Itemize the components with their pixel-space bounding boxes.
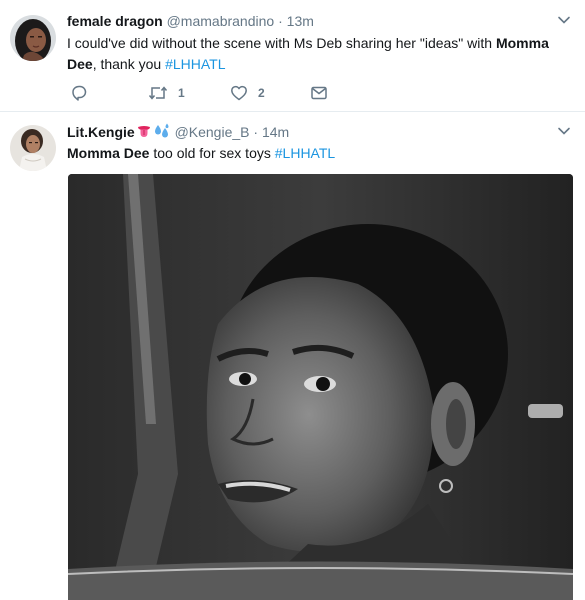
display-name[interactable]: female dragon [67,13,163,29]
handle[interactable]: @mamabrandino [167,13,275,29]
bold-term: Momma Dee [67,145,150,161]
retweet-count: 1 [178,86,185,100]
separator: · [278,13,283,29]
reply-button[interactable] [70,84,88,102]
retweet-icon [148,86,168,100]
gif-image [68,174,573,600]
envelope-icon [311,86,327,100]
text-part: , thank you [92,56,166,72]
tweet-media-gif[interactable] [68,174,573,600]
display-name[interactable]: Lit.Kengie [67,124,135,140]
text-part: I could've did without the scene with Ms… [67,35,496,51]
tweet-actions: 1 2 [70,84,370,102]
chevron-down-icon[interactable] [557,124,571,138]
sweat-droplets-emoji [154,123,169,138]
retweet-button[interactable]: 1 [148,84,185,102]
like-button[interactable]: 2 [230,84,265,102]
hashtag-link[interactable]: #LHHATL [275,145,335,161]
tweet[interactable]: female dragon @mamabrandino · 13m I coul… [0,0,585,112]
reply-icon [72,85,87,101]
tweet-header: female dragon @mamabrandino · 13m [67,12,314,30]
avatar-image [10,15,56,61]
avatar[interactable] [10,125,56,171]
text-part: too old for sex toys [149,145,275,161]
tweet-header: Lit.Kengie @Kengie_B · 14m [67,123,289,141]
tweet-text: I could've did without the scene with Ms… [67,33,567,75]
tweet[interactable]: Lit.Kengie @Kengie_B · 14m Momma Dee too… [0,113,585,600]
direct-message-button[interactable] [310,84,328,102]
avatar-image [10,125,56,171]
tongue-emoji [137,126,150,137]
avatar[interactable] [10,15,56,61]
timestamp[interactable]: 13m [287,13,314,29]
separator: · [253,124,259,140]
timestamp[interactable]: 14m [262,124,289,140]
heart-icon [231,85,247,101]
chevron-down-icon[interactable] [557,13,571,27]
hashtag-link[interactable]: #LHHATL [165,56,225,72]
tweet-text: Momma Dee too old for sex toys #LHHATL [67,143,567,164]
like-count: 2 [258,86,265,100]
handle[interactable]: @Kengie_B [175,124,250,140]
